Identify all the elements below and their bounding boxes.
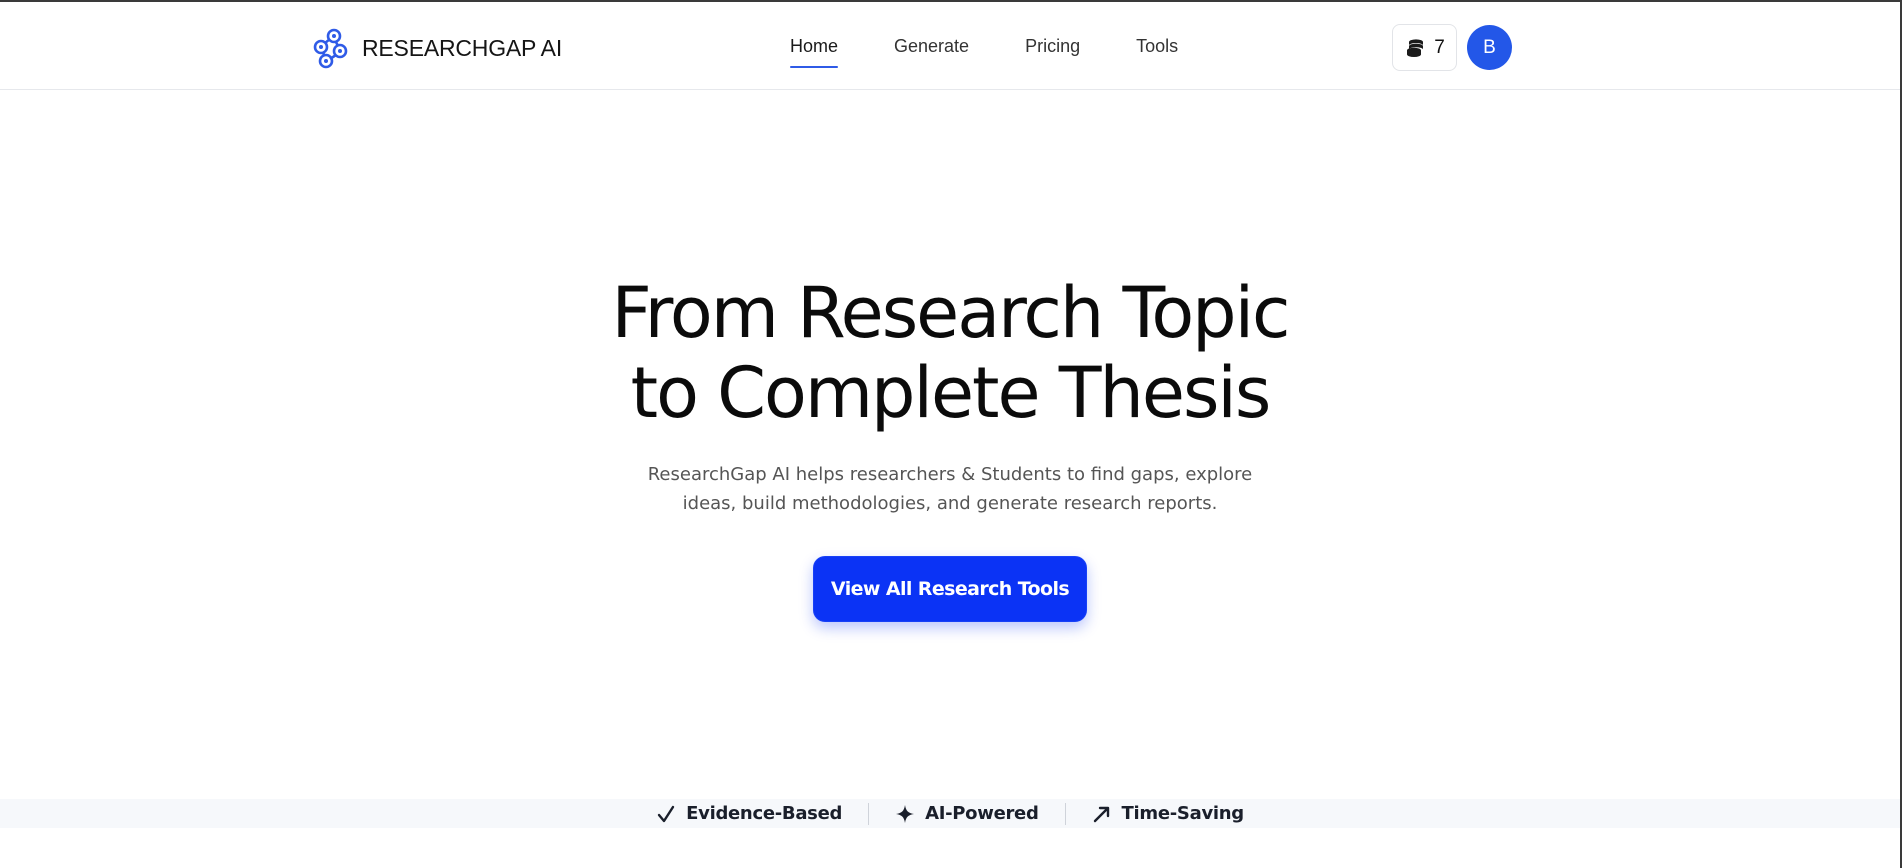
feature-label: AI-Powered (925, 803, 1039, 824)
feature-ai-powered: AI-Powered (895, 803, 1039, 824)
coins-stack-icon (1407, 38, 1424, 57)
hero-subtitle-line-1: ResearchGap AI helps researchers & Stude… (647, 464, 1253, 485)
top-navbar: RESEARCHGAP AI Home Generate Pricing Too… (0, 2, 1900, 90)
feature-divider (1064, 802, 1066, 825)
checkmark-icon (657, 805, 675, 822)
sparkle-icon (896, 804, 915, 823)
feature-evidence-based: Evidence-Based (656, 803, 842, 824)
nav-pricing[interactable]: Pricing (1025, 30, 1080, 66)
features-strip: Evidence-Based AI-Powered Time-Saving (0, 799, 1900, 828)
nav-tools[interactable]: Tools (1136, 30, 1178, 66)
view-all-tools-button[interactable]: View All Research Tools (813, 556, 1087, 622)
main-nav: Home Generate Pricing Tools (790, 30, 1234, 68)
credits-count: 7 (1434, 36, 1445, 58)
hero-title-line-2: to Complete Thesis (630, 352, 1272, 434)
credits-button[interactable]: 7 (1392, 24, 1457, 71)
nav-generate[interactable]: Generate (894, 30, 969, 66)
hero-subtitle: ResearchGap AI helps researchers & Stude… (0, 460, 1900, 518)
feature-label: Time-Saving (1121, 803, 1245, 824)
hero-title: From Research Topic to Complete Thesis (0, 273, 1900, 433)
nav-home[interactable]: Home (790, 30, 839, 68)
trend-arrow-icon (1093, 806, 1109, 822)
molecule-network-icon (313, 28, 348, 69)
feature-time-saving: Time-Saving (1092, 803, 1244, 824)
hero-subtitle-line-2: ideas, build methodologies, and generate… (682, 493, 1218, 514)
user-avatar[interactable]: B (1467, 25, 1512, 70)
feature-label: Evidence-Based (686, 803, 843, 824)
hero-title-line-1: From Research Topic (611, 272, 1290, 354)
feature-divider (868, 802, 870, 825)
brand-logo-link[interactable]: RESEARCHGAP AI (308, 26, 562, 70)
page: RESEARCHGAP AI Home Generate Pricing Too… (0, 0, 1902, 868)
brand-name: RESEARCHGAP AI (362, 34, 563, 61)
